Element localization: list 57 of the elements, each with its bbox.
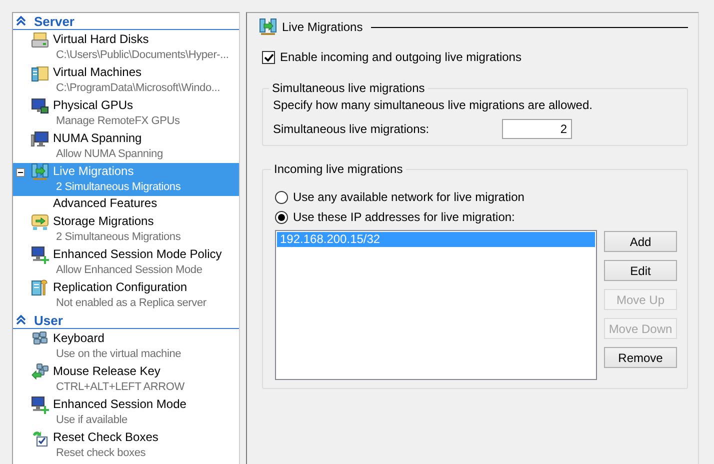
drive-folder-icon: [31, 31, 49, 49]
item-subtitle: 2 Simultaneous Migrations: [55, 230, 182, 245]
group-title: Simultaneous live migrations: [271, 81, 426, 96]
item-title: Reset Check Boxes: [53, 430, 160, 445]
migration-icon: [259, 18, 277, 36]
item-title: Virtual Hard Disks: [53, 32, 150, 47]
storage-migration-icon: [31, 213, 49, 231]
item-subtitle: Allow Enhanced Session Mode: [55, 263, 204, 278]
group-title: Incoming live migrations: [273, 162, 404, 177]
item-subtitle: Reset check boxes: [55, 446, 147, 461]
item-title: Advanced Features: [53, 196, 158, 211]
field-label: Simultaneous live migrations:: [273, 122, 430, 136]
monitor-plus-icon: [31, 246, 49, 264]
radio-label: Use these IP addresses for live migration:: [293, 210, 515, 224]
server-folder-icon: [31, 64, 49, 82]
item-subtitle: Use on the virtual machine: [55, 347, 182, 362]
item-subtitle: Not enabled as a Replica server: [55, 296, 208, 311]
item-subtitle: C:\Users\Public\Documents\Hyper-...: [55, 48, 230, 63]
checkbox-label: Enable incoming and outgoing live migrations: [280, 50, 522, 64]
checkbox[interactable]: [262, 50, 275, 64]
list-button[interactable]: Edit: [604, 260, 677, 281]
radio-button[interactable]: [275, 210, 288, 224]
radio-button[interactable]: [275, 190, 288, 204]
item-subtitle: CTRL+ALT+LEFT ARROW: [55, 380, 186, 395]
monitor-icon: [31, 130, 49, 148]
item-title: Live Migrations: [53, 164, 135, 179]
section-title: Server: [34, 14, 74, 28]
item-title: Enhanced Session Mode Policy: [53, 247, 223, 262]
collapse-icon[interactable]: [16, 314, 26, 326]
item-title: NUMA Spanning: [53, 131, 143, 146]
checkbox-arrow-icon: [31, 429, 49, 447]
list-button[interactable]: Remove: [604, 347, 677, 368]
number-field[interactable]: 2: [502, 119, 572, 139]
section-title: User: [34, 312, 63, 328]
monitor-board-icon: [31, 97, 49, 115]
item-subtitle: C:\ProgramData\Microsoft\Windo...: [55, 81, 221, 96]
collapse-icon[interactable]: [16, 168, 25, 177]
radio-label: Use any available network for live migration: [293, 190, 524, 204]
section-heading: Live Migrations: [282, 20, 363, 34]
item-subtitle: Manage RemoteFX GPUs: [55, 114, 181, 129]
item-title: Virtual Machines: [53, 65, 142, 80]
item-title: Mouse Release Key: [53, 364, 162, 379]
item-title: Physical GPUs: [53, 98, 134, 113]
list-button[interactable]: Add: [604, 231, 677, 252]
item-subtitle: Use if available: [55, 413, 128, 428]
item-title: Keyboard: [53, 331, 106, 346]
item-title: Storage Migrations: [53, 214, 155, 229]
migration-icon: [31, 163, 49, 181]
collapse-icon[interactable]: [16, 15, 26, 27]
monitor-plus-icon: [31, 396, 49, 414]
item-title: Enhanced Session Mode: [53, 397, 188, 412]
description-text: Specify how many simultaneous live migrations are allowed.: [273, 97, 594, 113]
server-wrench-icon: [31, 279, 49, 297]
item-subtitle: 2 Simultaneous Migrations: [55, 180, 182, 195]
item-title: Replication Configuration: [53, 280, 188, 295]
item-subtitle: Allow NUMA Spanning: [55, 147, 164, 162]
keys-arrow-icon: [31, 363, 49, 381]
